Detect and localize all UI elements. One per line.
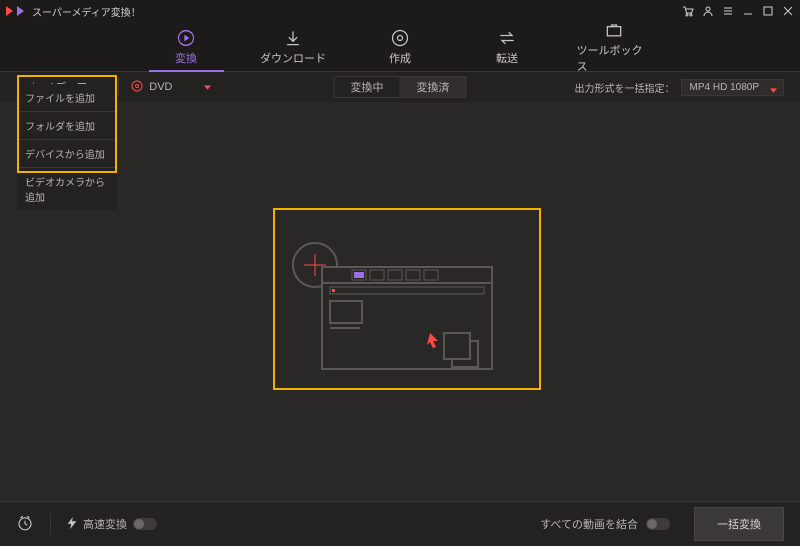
media-dropdown-menu: ファイルを追加 フォルダを追加 デバイスから追加 ビデオカメラから追加 [17,84,117,210]
high-speed-label: 高速変換 [83,516,127,532]
output-format-group: 出力形式を一括指定： MP4 HD 1080P [575,72,800,102]
main-workspace [0,102,800,501]
close-button[interactable] [782,5,794,17]
menu-item-add-device[interactable]: デバイスから追加 [17,139,117,167]
nav-transfer[interactable]: 転送 [470,28,545,66]
user-icon[interactable] [702,5,714,17]
high-speed-group: 高速変換 [67,516,157,532]
nav-label: 変換 [175,50,197,66]
dvd-button-label: DVD [149,81,172,93]
tab-in-progress[interactable]: 変換中 [334,76,400,98]
merge-label: すべての動画を結合 [540,516,638,532]
nav-underline [149,70,224,72]
nav-label: ダウンロード [260,50,326,66]
cart-icon[interactable] [682,5,694,17]
convert-all-button[interactable]: 一括変換 [694,507,784,541]
toolbar: ＋ メディア DVD 変換中 変換済 出力形式を一括指定： MP4 HD 108… [0,72,800,102]
disc-icon [131,80,143,95]
tab-done[interactable]: 変換済 [400,76,467,98]
window-buttons [682,5,794,17]
app-title: スーパーメディア変換！ [32,4,141,19]
nav-download[interactable]: ダウンロード [256,28,331,66]
chevron-down-icon [204,81,211,93]
add-dvd-button[interactable]: DVD [119,72,223,102]
nav-label: ツールボックス [577,42,652,74]
menu-item-add-file[interactable]: ファイルを追加 [17,84,117,111]
bolt-icon [67,517,77,532]
high-speed-toggle[interactable] [133,518,157,530]
nav-label: 転送 [496,50,518,66]
nav-convert[interactable]: 変換 [149,28,224,66]
empty-state-illustration [280,227,520,377]
menu-item-add-camera[interactable]: ビデオカメラから追加 [17,167,117,210]
app-logo-icon [6,6,27,16]
separator [50,513,51,535]
maximize-button[interactable] [762,5,774,17]
merge-group: すべての動画を結合 [540,516,670,532]
schedule-icon[interactable] [16,514,34,535]
output-format-label: 出力形式を一括指定： [575,80,675,95]
nav-toolbox[interactable]: ツールボックス [577,20,652,74]
bottom-bar: 高速変換 すべての動画を結合 一括変換 [0,501,800,546]
minimize-button[interactable] [742,5,754,17]
output-format-value: MP4 HD 1080P [690,82,759,93]
merge-toggle[interactable] [646,518,670,530]
menu-item-add-folder[interactable]: フォルダを追加 [17,111,117,139]
menu-icon[interactable] [722,5,734,17]
chevron-down-icon [770,85,777,96]
output-format-select[interactable]: MP4 HD 1080P [681,79,784,96]
